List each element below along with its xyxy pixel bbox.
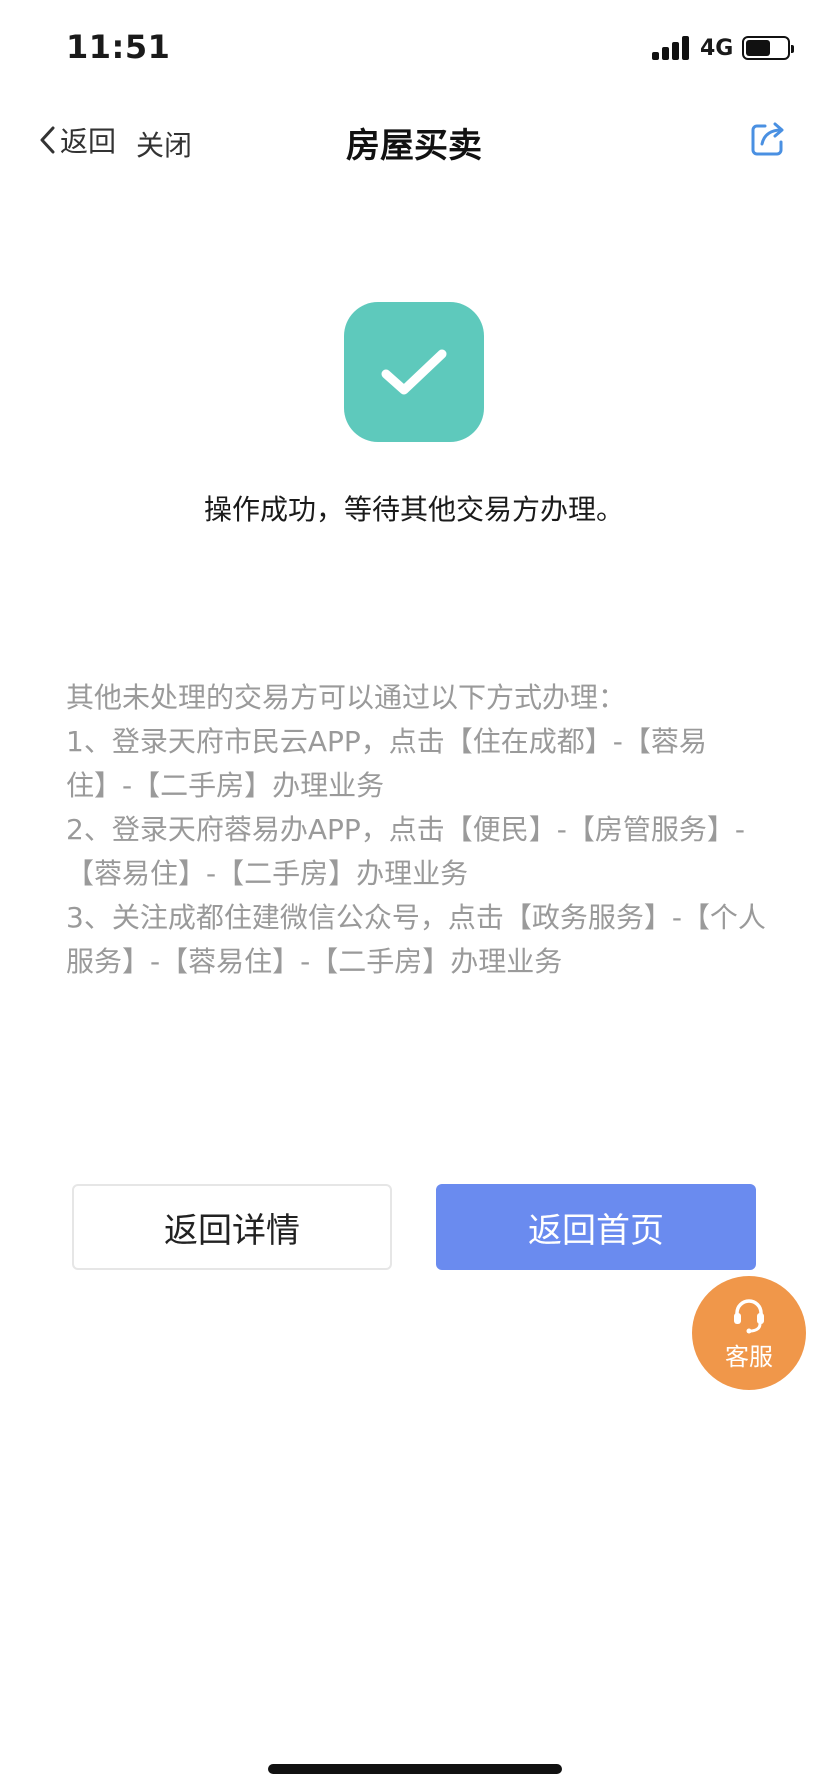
page-title: 房屋买卖	[346, 126, 482, 166]
check-icon	[381, 349, 447, 395]
customer-service-label: 客服	[725, 1342, 773, 1371]
network-type: 4G	[700, 36, 734, 61]
home-indicator[interactable]	[268, 1764, 562, 1774]
instruction-line: 其他未处理的交易方可以通过以下方式办理：	[66, 681, 627, 714]
return-detail-button[interactable]: 返回详情	[72, 1184, 392, 1270]
instructions: 其他未处理的交易方可以通过以下方式办理： 1、登录天府市民云APP，点击【住在成…	[66, 676, 766, 984]
customer-service-button[interactable]: 客服	[692, 1276, 806, 1390]
instruction-line: 2、登录天府蓉易办APP，点击【便民】-【房管服务】-【蓉易住】-【二手房】办理…	[66, 813, 745, 890]
instruction-line: 3、关注成都住建微信公众号，点击【政务服务】-【个人服务】-【蓉易住】-【二手房…	[66, 901, 766, 978]
status-bar: 11:51 4G	[0, 0, 828, 100]
success-badge	[344, 302, 484, 442]
share-icon	[751, 122, 784, 156]
nav-bar: 返回 关闭 房屋买卖	[0, 100, 828, 180]
success-message: 操作成功，等待其他交易方办理。	[203, 493, 624, 526]
return-home-button[interactable]: 返回首页	[436, 1184, 756, 1270]
headset-icon	[734, 1298, 764, 1333]
status-time: 11:51	[66, 28, 171, 66]
share-button[interactable]	[748, 118, 788, 158]
screen: 11:51 4G 返回 关闭 房屋买卖 操作成功，等待其他交易方办理。 其他未处…	[0, 0, 828, 1792]
instruction-line: 1、登录天府市民云APP，点击【住在成都】-【蓉易住】-【二手房】办理业务	[66, 725, 707, 802]
battery-icon	[742, 36, 794, 60]
signal-icon	[652, 36, 692, 60]
